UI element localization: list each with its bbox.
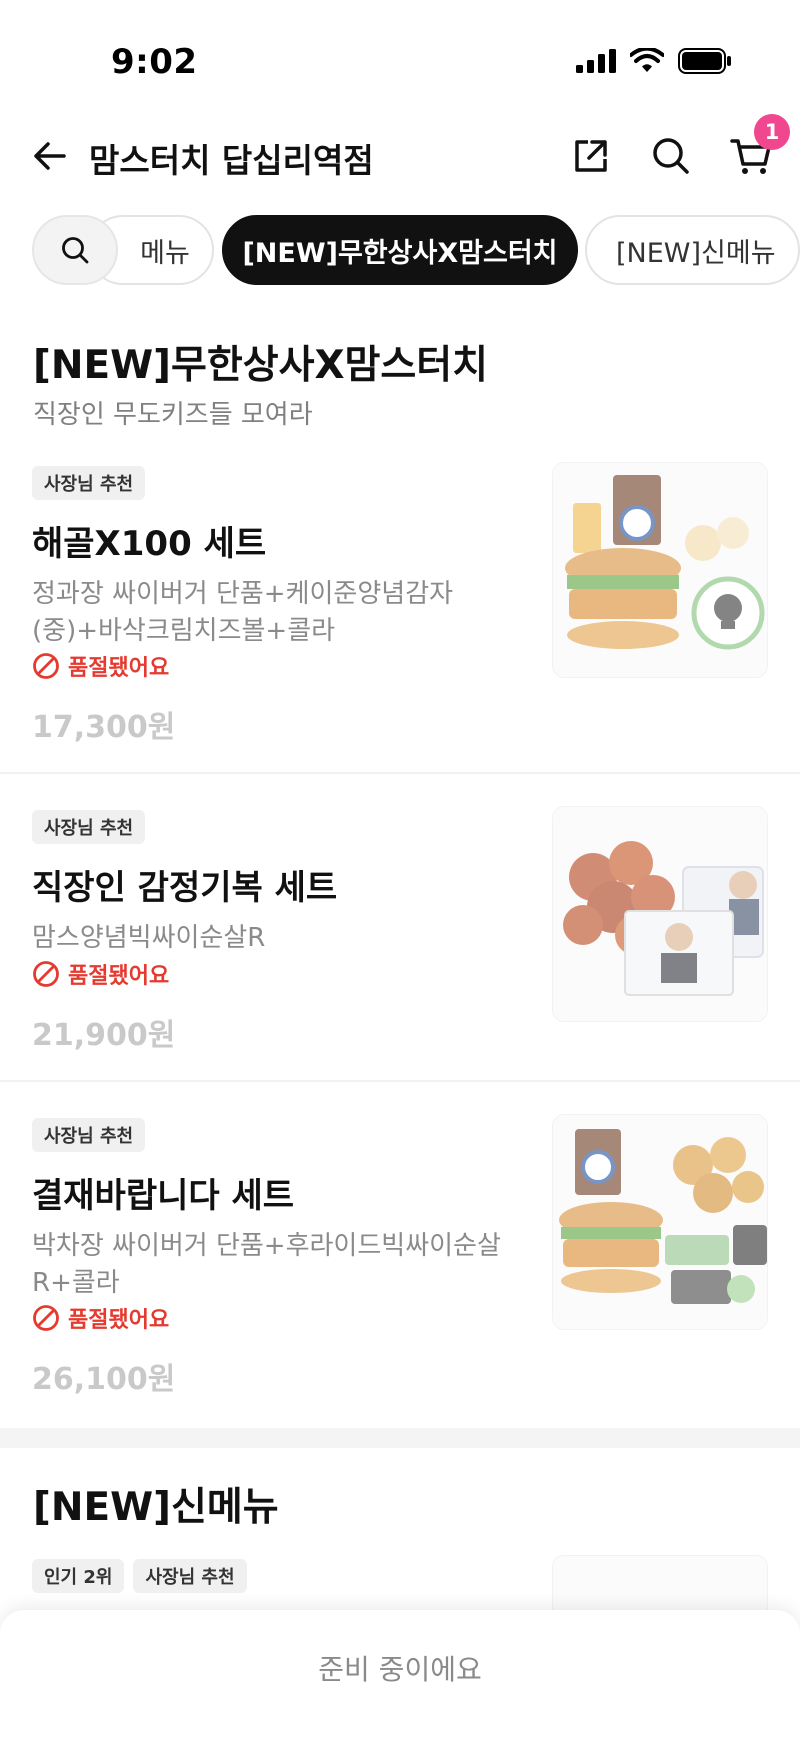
tag-recommended: 사장님 추천: [133, 1559, 247, 1593]
tab-search-button[interactable]: [32, 215, 118, 285]
item-name: 직장인 감정기복 세트: [32, 868, 338, 908]
item-name: 결재바랍니다 세트: [32, 1176, 295, 1216]
share-button[interactable]: [569, 134, 613, 178]
item-description: 정과장 싸이버거 단품+케이준양념감자(중)+바삭크림치즈볼+콜라: [32, 579, 454, 646]
section-title: [NEW]신메뉴: [33, 1485, 279, 1530]
section-gap: [0, 1428, 800, 1448]
signal-icon: [576, 49, 616, 73]
item-description: 맘스양념빅싸이순살R: [32, 923, 266, 953]
tag-row: 인기 2위 사장님 추천: [32, 1559, 247, 1593]
item-price: 17,300원: [32, 710, 176, 745]
item-image: [552, 806, 768, 1022]
store-title: 맘스터치 답십리역점: [89, 141, 374, 180]
soldout-label: 품절됐어요: [32, 650, 169, 682]
section-title: [NEW]무한상사X맘스터치: [33, 343, 489, 388]
item-price: 26,100원: [32, 1362, 176, 1397]
menu-item[interactable]: 사장님 추천 해골X100 세트 정과장 싸이버거 단품+케이준양념감자(중)+…: [0, 462, 800, 746]
menu-item[interactable]: 사장님 추천 결재바랍니다 세트 박차장 싸이버거 단품+후라이드빅싸이순살R+…: [0, 1114, 800, 1408]
soldout-text: 품절됐어요: [68, 656, 170, 681]
search-icon: [62, 237, 89, 264]
item-name: 해골X100 세트: [32, 524, 267, 564]
battery-icon: [678, 48, 731, 74]
item-description: 박차장 싸이버거 단품+후라이드빅싸이순살R+콜라: [32, 1231, 501, 1298]
item-price: 21,900원: [32, 1018, 176, 1053]
search-button[interactable]: [649, 134, 693, 178]
soldout-text: 품절됐어요: [68, 1308, 170, 1333]
search-icon: [653, 138, 689, 174]
prohibited-icon: [33, 1305, 59, 1331]
wifi-icon: [630, 48, 664, 72]
tag-popular: 인기 2위: [32, 1559, 125, 1593]
tag-row: 사장님 추천: [32, 810, 146, 844]
bottom-sheet: 준비 중이에요: [0, 1610, 800, 1740]
prohibited-icon: [33, 653, 59, 679]
tab-new-collab[interactable]: [NEW]무한상사X맘스터치: [222, 215, 578, 285]
tab-new-menu[interactable]: [NEW]신메뉴: [585, 215, 800, 285]
section-subtitle: 직장인 무도키즈들 모여라: [33, 400, 313, 430]
fried-chicken-image: [563, 841, 764, 996]
burger-set-image: [565, 475, 765, 650]
item-image: [552, 1114, 768, 1330]
divider: [0, 1080, 800, 1082]
header: 맘스터치 답십리역점: [0, 120, 800, 190]
menu-item[interactable]: 사장님 추천 직장인 감정기복 세트 맘스양념빅싸이순살R 품절됐어요 21,9…: [0, 806, 800, 1060]
preparing-status-text: 준비 중이에요: [318, 1653, 482, 1686]
arrow-left-icon: [34, 142, 66, 170]
back-button[interactable]: [28, 134, 72, 178]
tag-recommended: 사장님 추천: [32, 810, 146, 844]
divider: [0, 772, 800, 774]
tag-recommended: 사장님 추천: [32, 1118, 146, 1152]
soldout-text: 품절됐어요: [68, 964, 170, 989]
cart-count-badge: 1: [754, 114, 790, 150]
category-tabs: 메뉴 [NEW]무한상사X맘스터치 [NEW]신메뉴: [0, 213, 800, 287]
status-time: 9:02: [111, 42, 198, 82]
status-bar: 9:02: [0, 0, 800, 130]
status-icons: [576, 48, 732, 74]
share-icon: [575, 140, 607, 172]
soldout-label: 품절됐어요: [32, 1302, 169, 1334]
burger-chicken-set-image: [559, 1129, 767, 1304]
tag-row: 사장님 추천: [32, 1118, 146, 1152]
tag-row: 사장님 추천: [32, 466, 146, 500]
prohibited-icon: [33, 961, 59, 987]
tag-recommended: 사장님 추천: [32, 466, 146, 500]
soldout-label: 품절됐어요: [32, 958, 169, 990]
item-image: [552, 462, 768, 678]
